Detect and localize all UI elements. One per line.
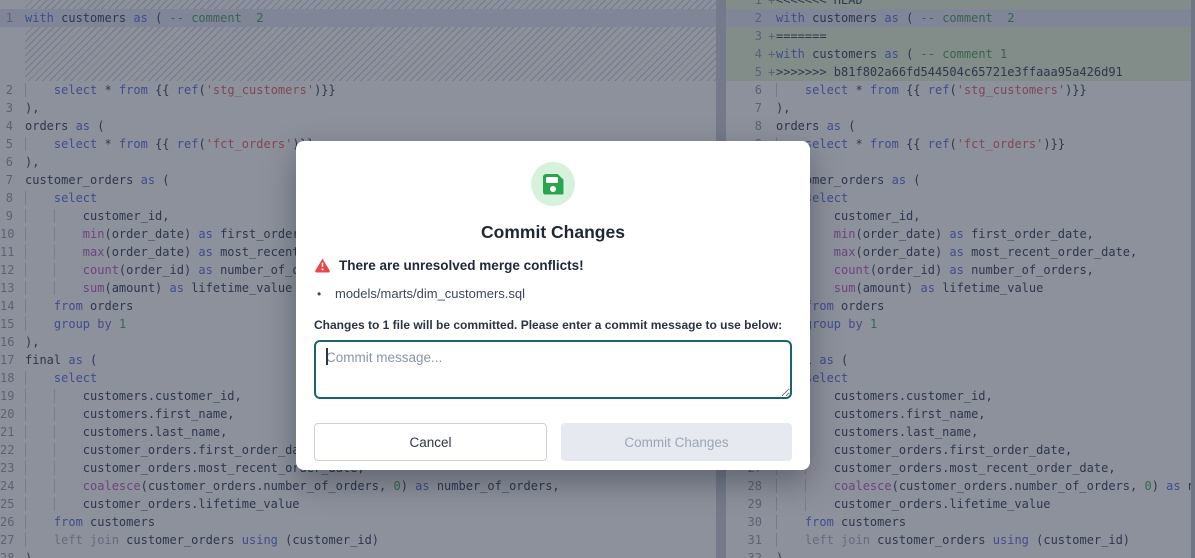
conflicted-file-item: • models/marts/dim_customers.sql	[314, 286, 792, 301]
warning-text: There are unresolved merge conflicts!	[339, 258, 584, 273]
ide-screen: 1with customers as ( -- comment 22 selec…	[0, 0, 1195, 558]
bullet-icon: •	[314, 287, 335, 301]
commit-message-input[interactable]	[314, 340, 792, 399]
merge-conflict-warning: There are unresolved merge conflicts!	[314, 257, 792, 273]
conflicted-file-path: models/marts/dim_customers.sql	[335, 286, 525, 301]
floppy-dot-shape	[550, 186, 556, 192]
warning-triangle-icon	[314, 257, 331, 273]
save-icon-badge	[531, 162, 575, 206]
modal-title: Commit Changes	[314, 222, 792, 243]
commit-message-wrap	[314, 340, 792, 399]
cancel-button[interactable]: Cancel	[314, 423, 547, 461]
commit-changes-button[interactable]: Commit Changes	[561, 423, 792, 461]
commit-changes-modal: Commit Changes There are unresolved merg…	[296, 141, 810, 470]
floppy-label-shape	[546, 177, 558, 183]
modal-actions: Cancel Commit Changes	[314, 423, 792, 461]
commit-prompt-label: Changes to 1 file will be committed. Ple…	[314, 318, 792, 332]
save-floppy-icon	[543, 174, 564, 195]
